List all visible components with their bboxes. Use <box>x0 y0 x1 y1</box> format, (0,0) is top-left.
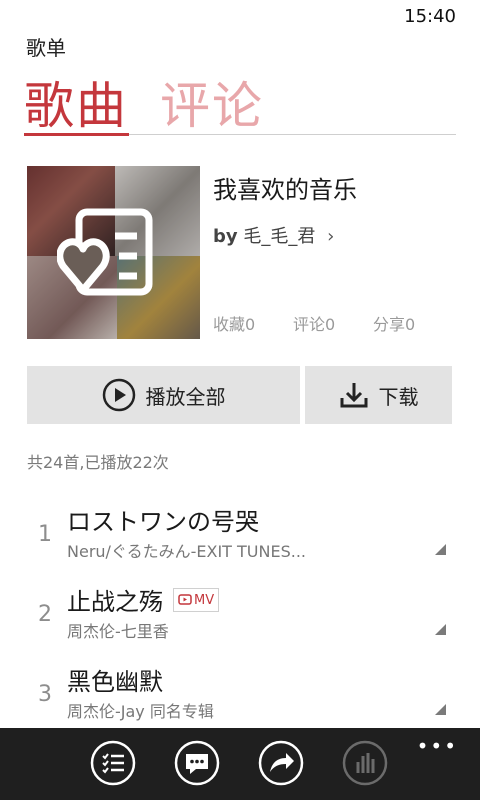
song-index: 1 <box>38 522 52 547</box>
song-row[interactable]: 2 止战之殇 MV 周杰伦-七里香 <box>0 582 480 662</box>
equalizer-icon[interactable] <box>342 740 388 786</box>
tab-songs[interactable]: 歌曲 <box>24 66 128 138</box>
favorites-count[interactable]: 收藏0 <box>213 311 255 335</box>
share-icon[interactable] <box>258 740 304 786</box>
song-artist-album: Neru/ぐるたみん-EXIT TUNES... <box>67 542 307 561</box>
tab-comments[interactable]: 评论 <box>160 66 264 138</box>
status-time: 15:40 <box>404 6 456 27</box>
song-artist-album: 周杰伦-七里香 <box>67 622 169 641</box>
mv-play-icon <box>178 594 192 605</box>
owner-prefix: by <box>213 226 238 247</box>
playlist-name: 我喜欢的音乐 <box>213 176 357 204</box>
playlist-icon[interactable] <box>90 740 136 786</box>
play-summary: 共24首,已播放22次 <box>27 453 169 472</box>
favorite-list-icon <box>57 208 153 296</box>
song-menu-icon[interactable] <box>435 704 446 715</box>
play-all-button[interactable]: 播放全部 <box>27 366 300 424</box>
comments-count[interactable]: 评论0 <box>293 311 335 335</box>
chevron-right-icon: › <box>327 226 335 247</box>
download-button[interactable]: 下载 <box>305 366 452 424</box>
comment-icon[interactable] <box>174 740 220 786</box>
shares-count[interactable]: 分享0 <box>373 311 415 335</box>
song-row[interactable]: 1 ロストワンの号哭 Neru/ぐるたみん-EXIT TUNES... <box>0 502 480 582</box>
song-title: ロストワンの号哭 <box>67 508 259 536</box>
play-circle-icon <box>102 378 135 412</box>
song-title: 黑色幽默 <box>67 668 163 696</box>
song-artist-album: 周杰伦-Jay 同名专辑 <box>67 702 214 721</box>
mv-badge[interactable]: MV <box>173 588 220 612</box>
owner-name: 毛_毛_君 <box>243 226 316 247</box>
mv-label: MV <box>194 592 215 608</box>
active-tab-indicator <box>24 133 129 136</box>
song-index: 2 <box>38 602 52 627</box>
more-options-icon[interactable]: ••• <box>417 734 458 758</box>
download-label: 下载 <box>378 384 419 409</box>
playlist-owner-link[interactable]: by 毛_毛_君 › <box>213 222 334 248</box>
app-bar: ••• <box>0 728 480 800</box>
song-title-wrap: 止战之殇 MV <box>67 582 220 617</box>
song-title: 止战之殇 <box>67 588 163 616</box>
song-menu-icon[interactable] <box>435 544 446 555</box>
app-title: 歌单 <box>26 36 66 60</box>
song-index: 3 <box>38 682 52 707</box>
playlist-cover[interactable] <box>27 166 200 339</box>
song-menu-icon[interactable] <box>435 624 446 635</box>
play-all-label: 播放全部 <box>145 384 226 409</box>
download-icon <box>340 383 367 408</box>
